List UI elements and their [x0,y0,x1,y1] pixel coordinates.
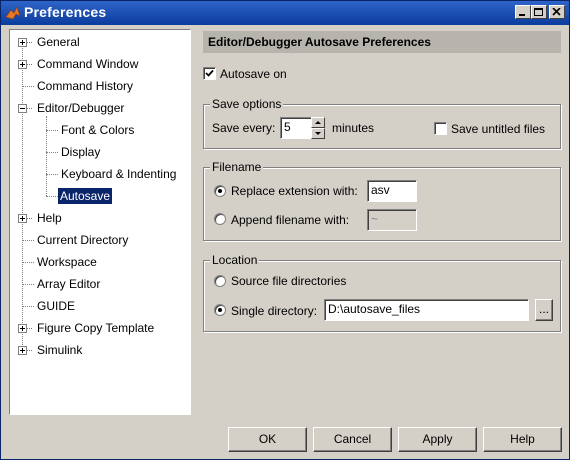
tree-item-command-window[interactable]: Command Window [35,56,140,72]
tree-item-editor-debugger[interactable]: Editor/Debugger [35,100,126,116]
tree-item-autosave[interactable]: Autosave [58,188,113,204]
autosave-label: Autosave on [220,67,287,81]
tree-connector [22,86,34,87]
filename-legend: Filename [210,160,264,174]
tree-connector [22,42,23,351]
tree-item-guide[interactable]: GUIDE [35,298,77,314]
tree-item-display[interactable]: Display [59,144,102,160]
tree-item-current-directory[interactable]: Current Directory [35,232,130,248]
collapse-icon[interactable] [18,104,27,113]
single-directory-radio[interactable] [214,304,226,316]
replace-extension-label: Replace extension with: [231,184,358,198]
tree-connector [46,152,58,153]
title-bar[interactable]: Preferences [1,1,569,25]
minimize-button[interactable] [515,5,531,19]
browse-button[interactable]: ... [535,299,553,321]
replace-extension-radio[interactable] [214,185,226,197]
arrow-down-icon [315,132,321,135]
replace-extension-input[interactable]: asv [367,180,417,202]
tree-item-array-editor[interactable]: Array Editor [35,276,102,292]
matlab-logo-icon [5,6,21,20]
single-directory-input[interactable]: D:\autosave_files [324,299,529,321]
location-legend: Location [210,253,260,267]
tree-item-workspace[interactable]: Workspace [35,254,99,270]
panel-header: Editor/Debugger Autosave Preferences [203,31,561,53]
tree-item-keyboard-indenting[interactable]: Keyboard & Indenting [59,166,178,182]
save-every-spinner[interactable] [311,117,325,139]
minimize-icon [519,14,525,16]
expand-icon[interactable] [18,60,27,69]
preferences-tree[interactable]: General Command Window Command History E… [9,29,191,415]
autosave-checkbox[interactable] [203,67,216,80]
tree-connector [22,306,34,307]
tree-item-help[interactable]: Help [35,210,64,226]
tree-item-general[interactable]: General [35,34,82,50]
tree-item-figure-copy-template[interactable]: Figure Copy Template [35,320,156,336]
tree-connector [46,174,58,175]
tree-connector [46,196,58,197]
expand-icon[interactable] [18,346,27,355]
save-untitled-label: Save untitled files [451,122,546,136]
source-directories-label: Source file directories [231,274,347,288]
append-filename-radio[interactable] [214,213,226,225]
arrow-up-icon [315,121,321,124]
source-directories-radio[interactable] [214,275,226,287]
append-filename-input[interactable]: ~ [367,209,417,231]
save-untitled-checkbox[interactable] [434,122,447,135]
spin-up-button[interactable] [311,117,325,128]
ok-button[interactable]: OK [228,427,307,452]
tree-connector [46,116,47,196]
help-button[interactable]: Help [483,427,562,452]
save-every-label: Save every: [212,121,276,135]
cancel-button[interactable]: Cancel [313,427,392,452]
window-title: Preferences [24,4,107,20]
tree-connector [22,240,34,241]
checkmark-icon [205,69,214,77]
panel-title: Editor/Debugger Autosave Preferences [208,35,431,49]
spin-down-button[interactable] [311,128,325,139]
tree-item-simulink[interactable]: Simulink [35,342,84,358]
append-filename-label: Append filename with: [231,213,350,227]
single-directory-label: Single directory: [231,304,318,318]
expand-icon[interactable] [18,324,27,333]
minutes-label: minutes [332,121,375,135]
preferences-window: Preferences General Command Window Comma… [0,0,570,460]
save-every-input[interactable]: 5 [280,117,312,139]
apply-button[interactable]: Apply [398,427,477,452]
close-icon [552,8,561,16]
close-button[interactable] [549,5,565,19]
maximize-button[interactable] [531,5,547,19]
tree-item-command-history[interactable]: Command History [35,78,135,94]
tree-connector [22,284,34,285]
tree-item-font-colors[interactable]: Font & Colors [59,122,136,138]
maximize-icon [534,8,543,16]
expand-icon[interactable] [18,38,27,47]
expand-icon[interactable] [18,214,27,223]
tree-connector [22,262,34,263]
save-options-legend: Save options [210,97,284,111]
location-group: Location [203,253,561,332]
tree-connector [46,130,58,131]
